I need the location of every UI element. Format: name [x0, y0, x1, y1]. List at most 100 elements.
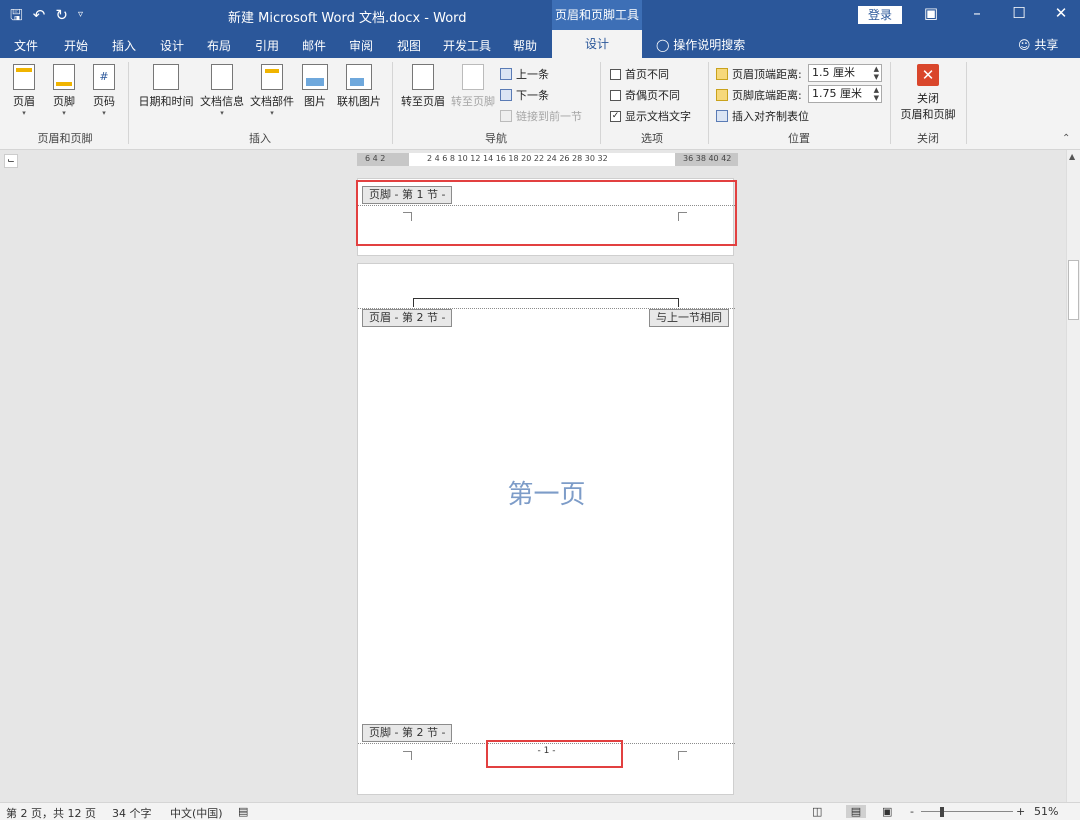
different-first-page-checkbox[interactable]: 首页不同: [610, 66, 669, 82]
tell-me-label: 操作说明搜索: [673, 38, 746, 52]
save-icon[interactable]: 🖫: [10, 5, 23, 25]
zoom-level[interactable]: 51%: [1034, 805, 1058, 818]
spinner-arrows-icon[interactable]: ▲ ▼: [874, 86, 879, 102]
footer-from-bottom-input[interactable]: 1.75 厘米 ▲ ▼: [808, 85, 882, 103]
different-odd-even-checkbox[interactable]: 奇偶页不同: [610, 87, 680, 103]
goto-footer-label: 转至页脚: [451, 95, 495, 108]
maximize-button[interactable]: ☐: [1004, 4, 1034, 22]
login-button[interactable]: 登录: [858, 6, 902, 24]
calendar-clock-icon: [153, 64, 179, 90]
picture-icon: [302, 64, 328, 90]
zoom-in-button[interactable]: +: [1016, 805, 1025, 818]
document-info-button[interactable]: 文档信息 ▾: [198, 64, 246, 117]
zoom-slider-track[interactable]: [921, 811, 1013, 812]
read-mode-icon[interactable]: ◫: [812, 805, 822, 818]
pictures-button[interactable]: 图片: [300, 64, 330, 109]
close-label-line2: 页眉和页脚: [900, 108, 956, 121]
zoom-out-button[interactable]: -: [910, 805, 914, 818]
web-layout-icon[interactable]: ▣: [882, 805, 892, 818]
ribbon-display-icon[interactable]: ▣: [916, 4, 946, 22]
tell-me-search[interactable]: ◯ 操作说明搜索: [656, 36, 745, 53]
tab-developer[interactable]: 开发工具: [443, 37, 491, 54]
tab-design[interactable]: 设计: [160, 37, 184, 54]
undo-icon[interactable]: ↶: [33, 5, 46, 25]
word-count-status[interactable]: 34 个字: [112, 805, 152, 820]
group-label-insert: 插入: [249, 132, 271, 145]
share-button[interactable]: ☺ 共享: [1018, 36, 1058, 53]
page-number-button[interactable]: # 页码 ▾: [88, 64, 120, 117]
header-from-top-input[interactable]: 1.5 厘米 ▲ ▼: [808, 64, 882, 82]
language-status[interactable]: 中文(中国): [170, 805, 223, 820]
tab-references[interactable]: 引用: [255, 37, 279, 54]
collapse-ribbon-icon[interactable]: ⌃: [1062, 133, 1070, 144]
group-separator: [600, 62, 601, 144]
alignment-tab-icon: [716, 110, 728, 122]
tab-mailings[interactable]: 邮件: [302, 37, 326, 54]
footer-label: 页脚: [53, 95, 75, 108]
date-time-button[interactable]: 日期和时间: [136, 64, 196, 109]
ruler-right-numbers: 36 38 40 42: [683, 154, 732, 163]
ribbon: 页眉 ▾ 页脚 ▾ # 页码 ▾ 页眉和页脚 日期和时间 文档信息 ▾ 文档部件 ▾ 图片…: [0, 58, 1080, 150]
footer-position-icon: [716, 89, 728, 101]
show-document-text-checkbox[interactable]: ✓ 显示文档文字: [610, 108, 691, 124]
tab-layout[interactable]: 布局: [207, 37, 231, 54]
macro-record-icon[interactable]: ▤: [238, 805, 248, 818]
vertical-scrollbar[interactable]: ▲: [1066, 150, 1080, 802]
document-area: ⌙ 6 4 2 2 4 6 8 10 12 14 16 18 20 22 24 …: [0, 150, 1066, 802]
online-pictures-button[interactable]: 联机图片: [334, 64, 384, 109]
scrollbar-thumb[interactable]: [1068, 260, 1079, 320]
spinner-arrows-icon[interactable]: ▲ ▼: [874, 65, 879, 81]
close-label-line1: 关闭: [917, 92, 939, 105]
previous-button[interactable]: 上一条: [500, 66, 549, 82]
print-layout-icon[interactable]: ▤: [846, 805, 866, 818]
next-button[interactable]: 下一条: [500, 87, 549, 103]
goto-header-button[interactable]: 转至页眉: [398, 64, 448, 109]
lightbulb-icon: ◯: [656, 38, 670, 52]
footer-from-bottom-text: 页脚底端距离:: [732, 89, 802, 102]
tab-selector-icon[interactable]: ⌙: [4, 154, 18, 168]
customize-qat-icon[interactable]: ▿: [78, 5, 83, 25]
tab-header-footer-design[interactable]: 设计: [552, 30, 642, 58]
tab-review[interactable]: 审阅: [349, 37, 373, 54]
group-label-options: 选项: [641, 132, 663, 145]
highlight-box: [356, 180, 737, 246]
tab-file[interactable]: 文件: [14, 37, 38, 54]
goto-header-label: 转至页眉: [401, 95, 445, 108]
group-label-position: 位置: [788, 132, 810, 145]
header-from-top-value: 1.5 厘米: [812, 66, 855, 79]
close-header-footer-button[interactable]: ✕ 关闭 页眉和页脚: [896, 64, 960, 122]
group-separator: [966, 62, 967, 144]
group-label-header-footer: 页眉和页脚: [37, 132, 93, 145]
tab-insert[interactable]: 插入: [112, 37, 136, 54]
page-2[interactable]: 页眉 - 第 2 节 - 与上一节相同 第一页 页脚 - 第 2 节 - - 1…: [357, 263, 735, 795]
tab-help[interactable]: 帮助: [513, 37, 537, 54]
quick-parts-label: 文档部件: [250, 95, 294, 108]
goto-footer-button[interactable]: 转至页脚: [450, 64, 496, 109]
person-icon: ☺: [1018, 38, 1031, 52]
horizontal-ruler[interactable]: 6 4 2 2 4 6 8 10 12 14 16 18 20 22 24 26…: [357, 153, 738, 166]
header-border-line: [413, 298, 679, 307]
header-label: 页眉: [13, 95, 35, 108]
checkbox-unchecked: [610, 68, 621, 80]
group-separator: [708, 62, 709, 144]
status-bar: 第 2 页，共 12 页 34 个字 中文(中国) ▤ ◫ ▤ ▣ - + 51…: [0, 802, 1080, 820]
quick-parts-icon: [261, 64, 283, 90]
footer-button[interactable]: 页脚 ▾: [48, 64, 80, 117]
redo-icon[interactable]: ↻: [55, 5, 68, 25]
zoom-slider-thumb[interactable]: [940, 807, 944, 817]
tab-view[interactable]: 视图: [397, 37, 421, 54]
link-to-previous-button[interactable]: 链接到前一节: [500, 108, 582, 124]
header-button[interactable]: 页眉 ▾: [8, 64, 40, 117]
footer-icon: [53, 64, 75, 90]
highlight-box: [486, 740, 623, 768]
page-count-status[interactable]: 第 2 页，共 12 页: [6, 805, 96, 820]
minimize-button[interactable]: –: [962, 4, 992, 22]
scroll-up-icon[interactable]: ▲: [1069, 152, 1075, 161]
tab-home[interactable]: 开始: [64, 37, 88, 54]
ruler-main-numbers: 2 4 6 8 10 12 14 16 18 20 22 24 26 28 30…: [427, 154, 608, 163]
close-window-button[interactable]: ✕: [1046, 4, 1076, 22]
insert-alignment-tab-button[interactable]: 插入对齐制表位: [716, 108, 809, 124]
next-label: 下一条: [516, 89, 549, 102]
quick-parts-button[interactable]: 文档部件 ▾: [248, 64, 296, 117]
body-text[interactable]: 第一页: [358, 474, 735, 511]
